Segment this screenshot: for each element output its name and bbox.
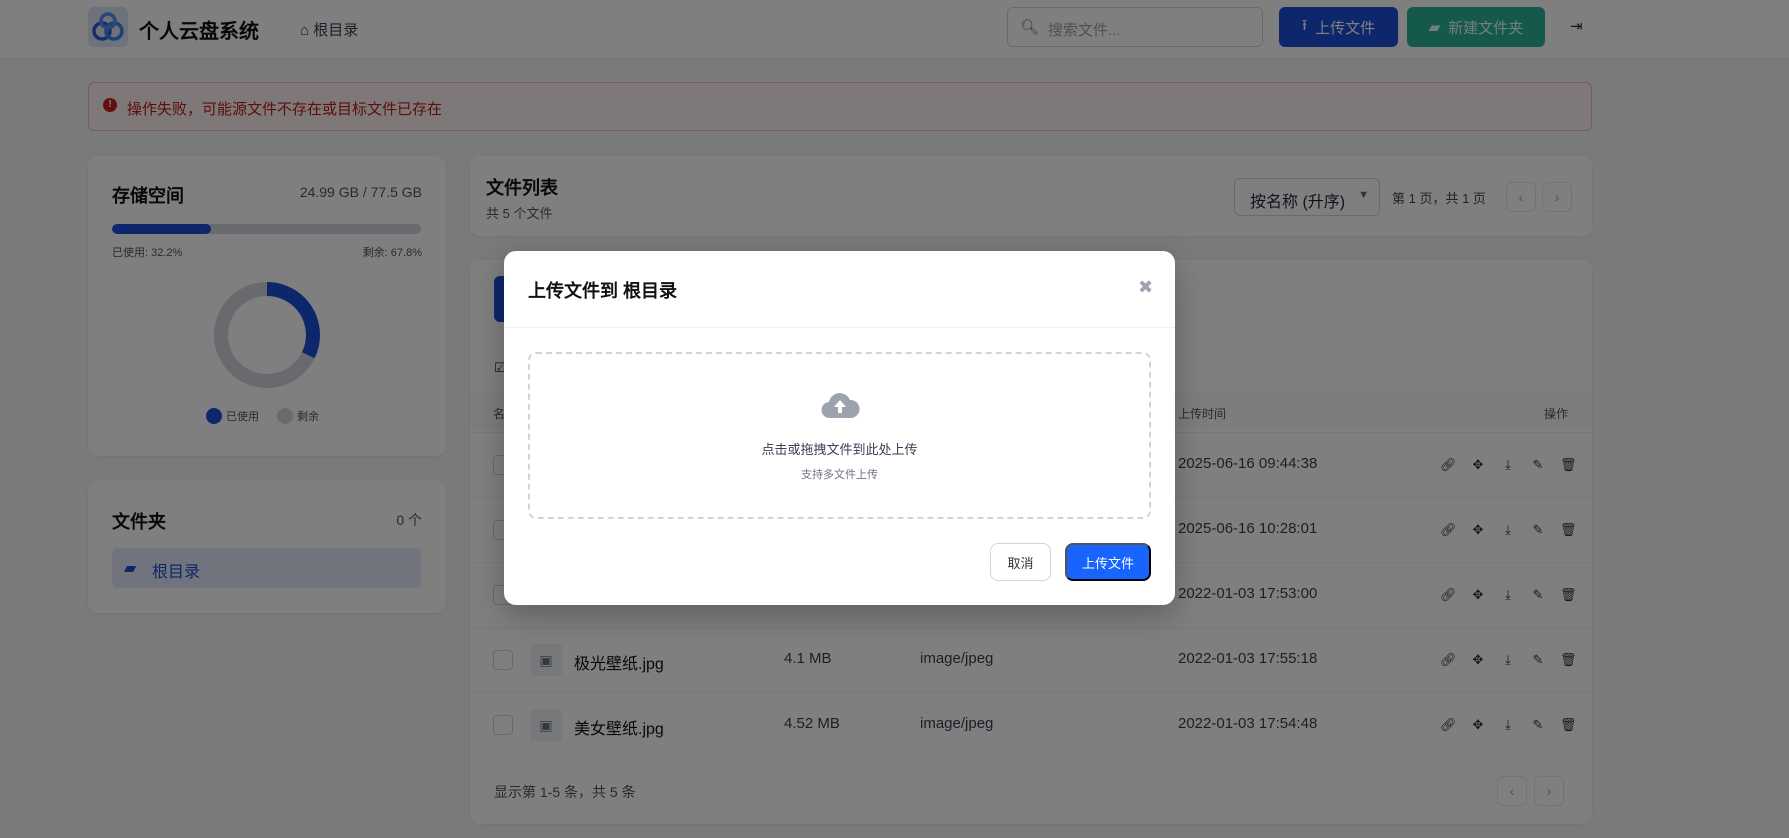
dropzone-text: 点击或拖拽文件到此处上传	[761, 442, 918, 457]
dropzone-hint: 支持多文件上传	[801, 469, 878, 481]
upload-modal: 上传文件到 根目录 ✖ 点击或拖拽文件到此处上传 支持多文件上传 取消 上传文件	[504, 251, 1175, 605]
confirm-upload-button[interactable]: 上传文件	[1065, 543, 1151, 581]
cancel-button[interactable]: 取消	[990, 543, 1051, 581]
close-icon[interactable]: ✖	[1138, 277, 1153, 298]
cloud-upload-icon	[820, 393, 860, 419]
modal-divider	[504, 327, 1175, 328]
upload-dropzone[interactable]: 点击或拖拽文件到此处上传 支持多文件上传	[528, 352, 1151, 519]
modal-title: 上传文件到 根目录	[528, 281, 678, 301]
